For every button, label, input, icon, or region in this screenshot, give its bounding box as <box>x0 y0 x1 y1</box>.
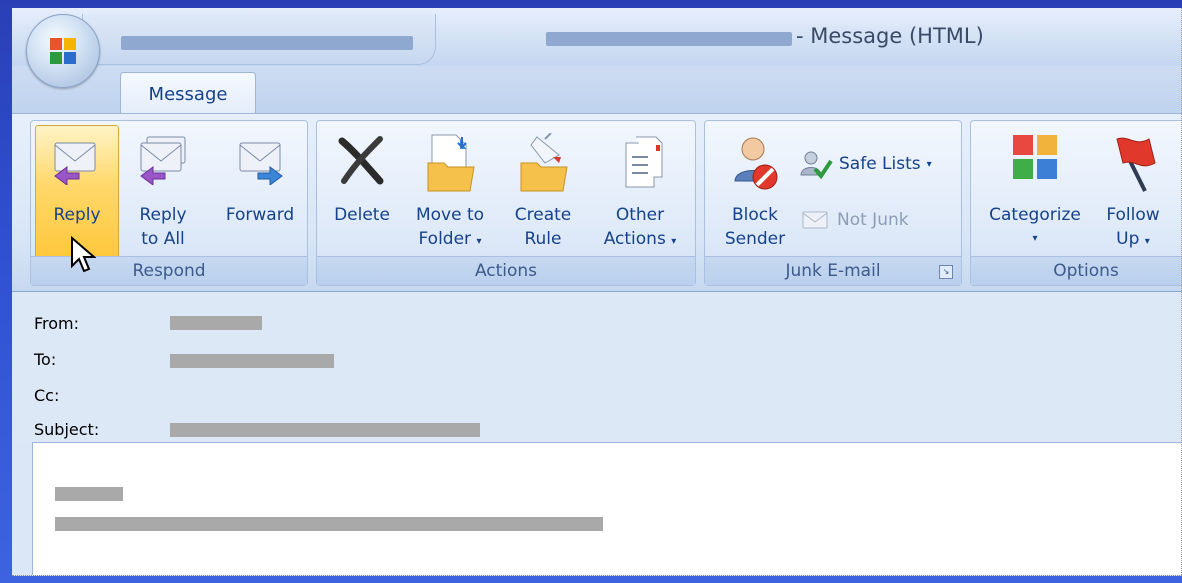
categorize-button[interactable]: Categorize ▾ <box>979 133 1091 251</box>
block-sender-label-1: Block <box>732 205 778 225</box>
other-actions-button[interactable]: Other Actions ▾ <box>595 133 685 254</box>
follow-up-label-2: Up <box>1116 229 1140 249</box>
other-actions-icon <box>625 136 663 188</box>
safe-lists-icon <box>800 151 833 179</box>
cc-label: Cc: <box>34 386 60 405</box>
categorize-icon <box>1013 135 1057 179</box>
block-sender-label-2: Sender <box>724 229 786 249</box>
move-to-folder-label-2-wrap: Folder ▾ <box>407 227 493 254</box>
follow-up-label-2-wrap: Up ▾ <box>1093 227 1173 254</box>
move-to-folder-icon <box>427 134 475 192</box>
not-junk-icon <box>802 211 828 229</box>
block-sender-button[interactable]: Block Sender <box>713 133 797 251</box>
follow-up-flag-icon <box>1116 137 1156 192</box>
group-actions: Delete Move to Folder ▾ Create Rule Othe… <box>316 120 696 286</box>
block-sender-icon <box>734 137 778 190</box>
not-junk-button[interactable]: Not Junk <box>801 209 909 231</box>
title-bar: - Message (HTML) <box>12 8 1182 66</box>
reply-all-label-2: to All <box>141 229 185 249</box>
ribbon: Reply Reply to All Forward Respond Delet… <box>12 113 1182 293</box>
delete-button[interactable]: Delete <box>327 133 397 227</box>
move-to-folder-label-2: Folder <box>418 229 472 249</box>
group-options: Categorize ▾ Follow Up ▾ Options <box>970 120 1182 286</box>
to-value-redacted <box>170 354 334 368</box>
safe-lists-label: Safe Lists <box>839 154 921 174</box>
forward-button[interactable]: Forward <box>217 133 303 227</box>
dropdown-arrow-icon: ▾ <box>926 158 932 170</box>
dropdown-arrow-icon: ▾ <box>1032 233 1038 244</box>
group-label-junk-email: Junk E-mail <box>705 256 961 285</box>
other-actions-label-2: Actions <box>603 229 666 249</box>
not-junk-label: Not Junk <box>837 210 909 230</box>
office-button[interactable] <box>26 14 100 88</box>
window-title: - Message (HTML) <box>796 24 984 48</box>
subject-label: Subject: <box>34 420 100 439</box>
create-rule-label-1: Create <box>514 205 572 225</box>
follow-up-button[interactable]: Follow Up ▾ <box>1093 133 1173 254</box>
group-label-options: Options <box>971 256 1182 285</box>
subject-value-redacted <box>170 423 480 437</box>
other-actions-label-1: Other <box>615 205 665 225</box>
to-label: To: <box>34 350 57 369</box>
dropdown-arrow-icon: ▾ <box>671 236 677 247</box>
body-line-redacted <box>55 517 603 531</box>
categorize-label: Categorize <box>989 205 1081 225</box>
message-header: From: To: Cc: Subject: <box>12 292 1182 442</box>
from-value-redacted <box>170 316 262 330</box>
create-rule-icon <box>520 133 568 192</box>
redacted-subject-in-title <box>546 32 792 46</box>
move-to-folder-label-1: Move to <box>415 205 485 225</box>
outlook-message-window: - Message (HTML) Message Reply Reply to … <box>12 8 1182 576</box>
reply-all-icon <box>140 136 186 185</box>
office-logo-icon <box>50 38 76 64</box>
message-body[interactable] <box>32 442 1182 575</box>
body-line-redacted <box>55 487 123 501</box>
reply-button[interactable]: Reply <box>37 133 117 227</box>
reply-icon <box>54 142 96 185</box>
delete-label: Delete <box>334 205 390 225</box>
delete-icon <box>338 136 384 185</box>
from-label: From: <box>34 314 80 333</box>
forward-label: Forward <box>225 205 295 225</box>
reply-all-label-1: Reply <box>139 205 187 225</box>
forward-icon <box>239 142 283 185</box>
move-to-folder-button[interactable]: Move to Folder ▾ <box>407 133 493 254</box>
redacted-toolbar-content <box>121 36 413 50</box>
other-actions-label-2-wrap: Actions ▾ <box>595 227 685 254</box>
dropdown-arrow-icon: ▾ <box>476 236 482 247</box>
reply-label: Reply <box>53 205 101 225</box>
quick-access-toolbar <box>82 14 436 65</box>
dropdown-arrow-icon: ▾ <box>1144 236 1150 247</box>
mouse-cursor-icon <box>71 236 96 273</box>
reply-all-button[interactable]: Reply to All <box>123 133 203 251</box>
safe-lists-button[interactable]: Safe Lists ▾ <box>799 149 932 179</box>
follow-up-label-1: Follow <box>1106 205 1160 225</box>
create-rule-label-2: Rule <box>524 229 562 249</box>
group-label-actions: Actions <box>317 256 695 285</box>
dialog-launcher-icon[interactable]: ↘ <box>939 265 953 279</box>
create-rule-button[interactable]: Create Rule <box>505 133 581 251</box>
group-junk-email: Block Sender Safe Lists ▾ Not Junk Junk … <box>704 120 962 286</box>
tab-message[interactable]: Message <box>120 72 256 115</box>
